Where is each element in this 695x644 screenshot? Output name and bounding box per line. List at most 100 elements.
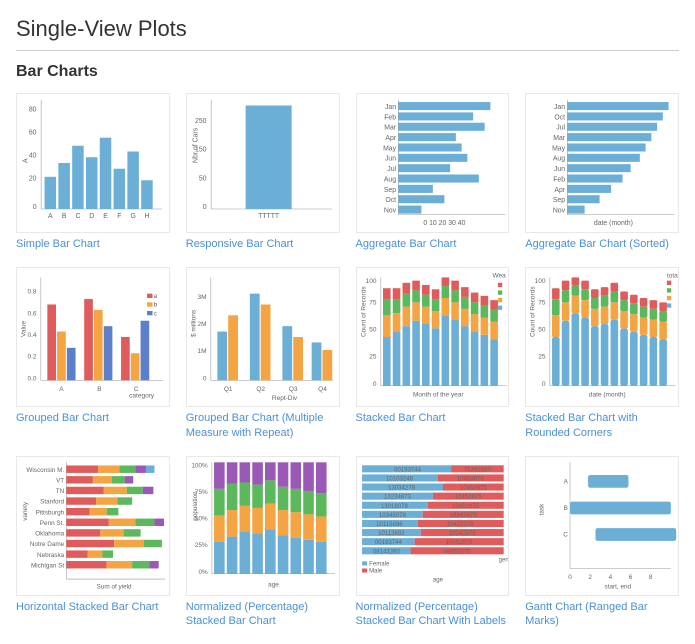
svg-text:100: 100 — [365, 278, 376, 285]
chart-aggregate-bar-sorted[interactable]: Jan Oct Jul Mar May Aug Jun Feb Apr Sep — [525, 93, 679, 233]
svg-text:Q1: Q1 — [224, 386, 233, 393]
svg-text:50: 50 — [199, 175, 207, 182]
svg-text:Nbr of Cars: Nbr of Cars — [192, 127, 199, 163]
svg-text:10452875: 10452875 — [459, 485, 487, 491]
svg-text:Apr: Apr — [385, 135, 396, 142]
svg-text:May: May — [383, 145, 397, 152]
svg-text:1M: 1M — [197, 349, 206, 356]
svg-text:10103246: 10103246 — [385, 476, 413, 482]
svg-text:VT: VT — [56, 477, 64, 484]
svg-text:0: 0 — [372, 381, 376, 388]
svg-text:0: 0 — [203, 376, 207, 383]
svg-text:0: 0 — [569, 574, 573, 581]
svg-text:08143260: 08143260 — [372, 549, 400, 555]
chart-stacked-bar-rounded[interactable]: 0 25 50 75 100 — [525, 267, 679, 407]
svg-text:13034278: 13034278 — [388, 485, 416, 491]
svg-text:Count of Records: Count of Records — [360, 286, 367, 337]
svg-text:B: B — [97, 386, 101, 393]
svg-text:Jun: Jun — [384, 156, 395, 163]
svg-text:Aug: Aug — [383, 176, 395, 183]
svg-text:Feb: Feb — [553, 176, 565, 183]
svg-text:25: 25 — [539, 354, 547, 361]
svg-text:gender: gender — [498, 557, 508, 563]
svg-text:date (month): date (month) — [589, 392, 626, 399]
chart-label-normalized-stacked-labels: Normalized (Percentage) Stacked Bar Char… — [356, 600, 510, 629]
chart-item-grouped-bar-multiple: 0 1M 2M 3M Q1 Q2 Q3 Q4 Rept- — [186, 267, 340, 440]
svg-text:Aug: Aug — [553, 156, 565, 163]
svg-text:0 10 20 30 40: 0 10 20 30 40 — [423, 220, 465, 227]
svg-text:Male: Male — [369, 568, 383, 574]
svg-text:Sep: Sep — [553, 197, 565, 204]
svg-text:Apr: Apr — [555, 187, 566, 194]
svg-text:Jan: Jan — [554, 104, 565, 111]
chart-item-responsive-bar: 0 50 150 250 TTTTT Nbr of Cars Responsiv… — [186, 93, 340, 251]
svg-text:Feb: Feb — [384, 114, 396, 121]
chart-horizontal-stacked[interactable]: Wisconsin M. VT TN Stanford — [16, 456, 170, 596]
svg-text:c: c — [154, 311, 158, 318]
svg-text:Mar: Mar — [553, 135, 566, 142]
svg-text:Jan: Jan — [384, 104, 395, 111]
svg-text:a: a — [154, 293, 158, 300]
svg-text:0: 0 — [542, 381, 546, 388]
chart-item-normalized-stacked: 0% 25% 50% 75% 100% — [186, 456, 340, 629]
chart-grouped-bar-multiple[interactable]: 0 1M 2M 3M Q1 Q2 Q3 Q4 Rept- — [186, 267, 340, 407]
svg-text:A: A — [59, 386, 64, 393]
chart-label-aggregate-bar: Aggregate Bar Chart — [356, 237, 510, 251]
svg-text:50: 50 — [369, 327, 377, 334]
svg-text:6: 6 — [629, 574, 633, 581]
svg-text:100: 100 — [535, 278, 546, 285]
svg-text:Rept-Div: Rept-Div — [272, 395, 298, 402]
svg-text:Notre Dame: Notre Dame — [30, 541, 65, 548]
chart-stacked-bar[interactable]: 0 25 50 75 100 — [356, 267, 510, 407]
svg-text:Q3: Q3 — [289, 386, 298, 393]
chart-gantt[interactable]: A B C task 0 2 4 6 8 start, end — [525, 456, 679, 596]
svg-text:0.2: 0.2 — [27, 354, 36, 361]
svg-text:A: A — [564, 478, 569, 485]
chart-normalized-stacked[interactable]: 0% 25% 50% 75% 100% — [186, 456, 340, 596]
svg-text:20: 20 — [29, 175, 37, 182]
svg-text:Oct: Oct — [385, 197, 396, 204]
svg-text:Jul: Jul — [557, 125, 566, 132]
svg-text:H: H — [144, 213, 149, 220]
svg-text:18452875: 18452875 — [451, 504, 479, 510]
svg-text:date (month): date (month) — [594, 220, 633, 227]
svg-text:0.8: 0.8 — [27, 289, 36, 296]
chart-grouped-bar[interactable]: 0.0 0.2 0.4 0.6 0.8 A B C ca — [16, 267, 170, 407]
chart-label-stacked-bar: Stacked Bar Chart — [356, 411, 510, 425]
svg-text:13018078: 13018078 — [380, 504, 408, 510]
svg-text:Sum of yield: Sum of yield — [97, 584, 132, 591]
svg-text:0.6: 0.6 — [27, 311, 36, 318]
svg-text:00193744: 00193744 — [374, 540, 402, 546]
section-title: Bar Charts — [16, 63, 679, 81]
svg-text:10345078: 10345078 — [378, 513, 406, 519]
svg-text:10452875: 10452875 — [454, 495, 482, 501]
chart-label-responsive-bar: Responsive Bar Chart — [186, 237, 340, 251]
svg-text:Jul: Jul — [387, 166, 396, 173]
svg-text:2M: 2M — [197, 321, 206, 328]
svg-text:10113892: 10113892 — [378, 531, 405, 537]
chart-responsive-bar[interactable]: 0 50 150 250 TTTTT Nbr of Cars — [186, 93, 340, 233]
svg-text:B: B — [564, 505, 568, 512]
svg-text:Q2: Q2 — [256, 386, 265, 393]
svg-text:40: 40 — [29, 152, 37, 159]
svg-text:B: B — [62, 213, 67, 220]
svg-text:E: E — [103, 213, 108, 220]
svg-text:2: 2 — [589, 574, 593, 581]
svg-text:13234873: 13234873 — [383, 495, 411, 501]
chart-item-horizontal-stacked: Wisconsin M. VT TN Stanford — [16, 456, 170, 629]
svg-text:Michigan St: Michigan St — [31, 562, 64, 569]
svg-text:task: task — [539, 503, 546, 515]
chart-grid: 0 20 40 60 80 A B C D E F — [16, 93, 679, 628]
svg-text:75392860: 75392860 — [463, 467, 491, 473]
svg-text:10115896: 10115896 — [376, 522, 403, 528]
svg-text:0: 0 — [33, 204, 37, 211]
svg-text:Female: Female — [369, 561, 390, 567]
chart-label-aggregate-bar-sorted: Aggregate Bar Chart (Sorted) — [525, 237, 679, 251]
chart-normalized-stacked-labels[interactable]: 00193744 75392860 10103246 10453678 1303… — [356, 456, 510, 596]
chart-simple-bar[interactable]: 0 20 40 60 80 A B C D E F — [16, 93, 170, 233]
svg-text:Month of the year: Month of the year — [412, 392, 463, 399]
chart-aggregate-bar[interactable]: Jan Feb Mar Apr May Jun Jul Aug Sep Oct — [356, 93, 510, 233]
svg-text:category: category — [129, 393, 155, 400]
chart-item-stacked-bar: 0 25 50 75 100 — [356, 267, 510, 440]
svg-text:Wea: Wea — [492, 273, 506, 280]
